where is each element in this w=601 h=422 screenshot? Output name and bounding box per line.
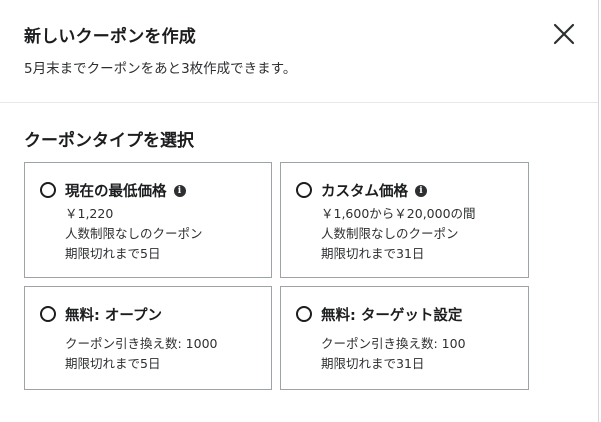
option-title: カスタム価格 <box>321 184 408 200</box>
dialog-subtitle: 5月末までクーポンをあと3枚作成できます。 <box>24 61 297 77</box>
option-title-row: 現在の最低価格 i <box>65 180 186 201</box>
coupon-option-custom-price[interactable]: カスタム価格 i ￥1,600から￥20,000の間 人数制限なしのクーポン 期… <box>280 162 529 278</box>
close-icon <box>553 23 575 45</box>
option-detail-line: 期限切れまで31日 <box>321 246 425 261</box>
radio-unchecked-icon[interactable] <box>296 306 312 322</box>
option-details: ￥1,220 人数制限なしのクーポン 期限切れまで5日 <box>65 204 203 264</box>
dialog-header: 新しいクーポンを作成 5月末までクーポンをあと3枚作成できます。 <box>0 0 598 103</box>
option-detail-line: 期限切れまで5日 <box>65 356 161 371</box>
option-detail-line: クーポン引き換え数: 1000 <box>65 336 218 351</box>
coupon-option-free-targeted[interactable]: 無料: ターゲット設定 クーポン引き換え数: 100 期限切れまで31日 <box>280 286 529 390</box>
option-details: クーポン引き換え数: 1000 期限切れまで5日 <box>65 334 218 374</box>
info-icon[interactable]: i <box>415 184 427 197</box>
option-title: 無料: ターゲット設定 <box>321 308 463 324</box>
info-icon[interactable]: i <box>173 184 186 197</box>
option-title: 無料: オープン <box>65 308 162 324</box>
option-title-row: 無料: オープン <box>65 304 162 325</box>
option-detail-line: 人数制限なしのクーポン <box>65 226 203 241</box>
radio-unchecked-icon[interactable] <box>40 182 56 198</box>
radio-unchecked-icon[interactable] <box>296 182 312 198</box>
option-title-row: カスタム価格 i <box>321 180 427 201</box>
dialog-title: 新しいクーポンを作成 <box>24 27 196 47</box>
option-title: 現在の最低価格 <box>65 184 167 200</box>
coupon-option-lowest-price[interactable]: 現在の最低価格 i ￥1,220 人数制限なしのクーポン 期限切れまで5日 <box>24 162 272 278</box>
radio-unchecked-icon[interactable] <box>40 306 56 322</box>
option-detail-line: 期限切れまで5日 <box>65 246 161 261</box>
option-title-row: 無料: ターゲット設定 <box>321 304 462 325</box>
option-details: ￥1,600から￥20,000の間 人数制限なしのクーポン 期限切れまで31日 <box>321 204 476 264</box>
option-detail-line: クーポン引き換え数: 100 <box>321 336 466 351</box>
section-title: クーポンタイプを選択 <box>24 131 194 151</box>
option-detail-line: 人数制限なしのクーポン <box>321 226 459 241</box>
close-button[interactable] <box>549 19 579 49</box>
coupon-option-free-open[interactable]: 無料: オープン クーポン引き換え数: 1000 期限切れまで5日 <box>24 286 272 390</box>
option-detail-line: 期限切れまで31日 <box>321 356 425 371</box>
option-detail-line: ￥1,600から￥20,000の間 <box>321 206 476 221</box>
option-details: クーポン引き換え数: 100 期限切れまで31日 <box>321 334 466 374</box>
option-detail-line: ￥1,220 <box>65 206 114 221</box>
create-coupon-dialog: 新しいクーポンを作成 5月末までクーポンをあと3枚作成できます。 クーポンタイプ… <box>0 0 599 422</box>
